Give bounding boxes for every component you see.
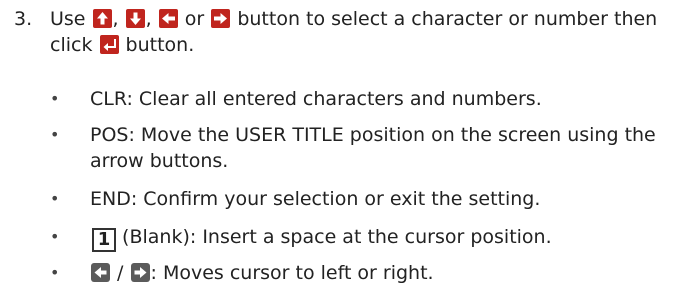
list-item-text: : Moves cursor to left or right. <box>150 262 434 284</box>
list-item-pos: • POS: Move the USER TITLE position on t… <box>50 122 656 174</box>
list-item-cursor: • / : Moves cursor to left or right. <box>50 260 434 286</box>
cursor-left-icon <box>91 263 110 282</box>
arrow-left-icon <box>158 9 178 28</box>
step-text-use: Use <box>50 8 86 30</box>
bullet-dot: • <box>50 189 60 208</box>
list-item-text: END: Confirm your selection or exit the … <box>90 188 541 210</box>
arrow-right-icon <box>211 9 231 28</box>
bullet-dot: • <box>50 125 60 144</box>
arrow-up-icon <box>92 9 112 28</box>
separator-comma: , <box>112 8 119 30</box>
step-text-line2: button. <box>125 34 195 56</box>
list-item-end: • END: Confirm your selection or exit th… <box>50 186 540 212</box>
step-number: 3. <box>14 8 33 30</box>
list-item-text: POS: Move the USER TITLE position on the… <box>90 124 656 146</box>
bullet-dot: • <box>50 227 60 246</box>
enter-icon <box>99 35 119 54</box>
bullet-dot: • <box>50 263 60 282</box>
document-page: 3. Use , , or button to select a charact… <box>0 0 695 284</box>
step-text-or: or <box>184 8 205 30</box>
step-text-line1: button to select a character or number t… <box>237 8 658 30</box>
cursor-separator: / <box>117 262 124 284</box>
separator-comma: , <box>145 8 152 30</box>
list-item-clr: • CLR: Clear all entered characters and … <box>50 86 542 112</box>
bullet-dot: • <box>50 89 60 108</box>
cursor-right-icon <box>130 263 150 282</box>
arrow-down-icon <box>125 9 145 28</box>
list-item-text-continued: arrow buttons. <box>90 150 229 172</box>
list-item-blank: • 1 (Blank): Insert a space at the curso… <box>50 224 552 252</box>
step-text-click: click <box>50 34 93 56</box>
list-item-text: (Blank): Insert a space at the cursor po… <box>122 226 552 248</box>
step-text: Use , , or button to select a character … <box>50 6 684 58</box>
blank-key-icon: 1 <box>92 228 116 252</box>
list-item-text: CLR: Clear all entered characters and nu… <box>90 88 542 110</box>
